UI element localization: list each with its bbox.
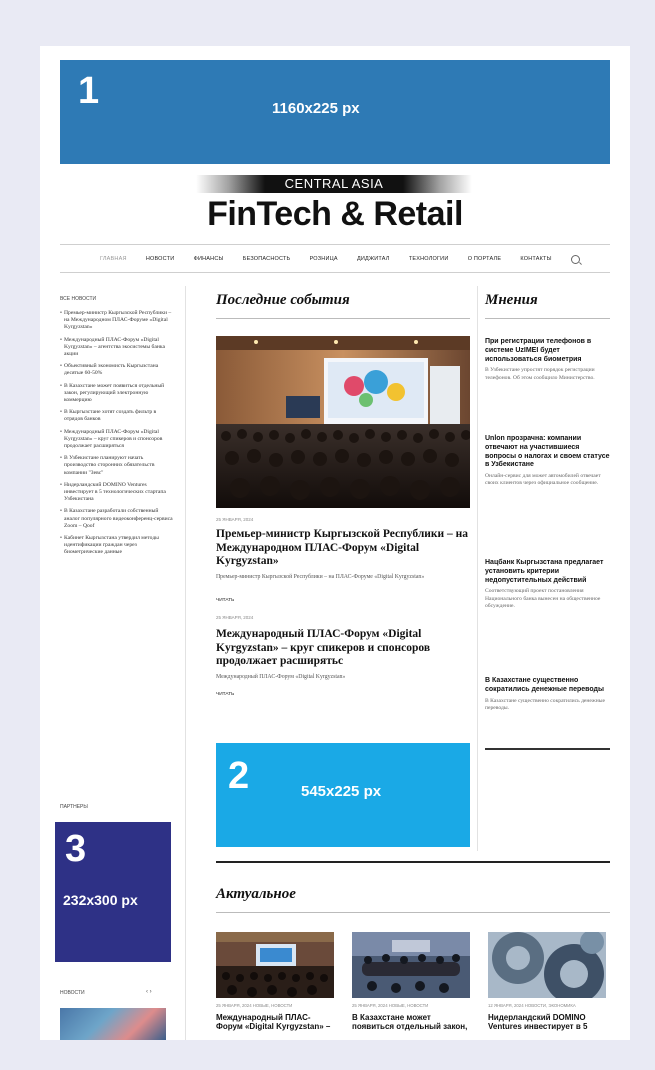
partners-heading: Партнеры xyxy=(60,804,88,810)
opinions-title: Мнения xyxy=(485,292,538,308)
nav-top-divider xyxy=(60,244,610,245)
opinion-text: Онлайн-сервис для может автомобилей отве… xyxy=(485,473,601,487)
all-news-heading[interactable]: Все новости xyxy=(60,296,96,302)
actual-headline[interactable]: В Казахстане может появиться отдельный з… xyxy=(352,1013,470,1031)
read-more-link[interactable]: Читать xyxy=(216,598,234,603)
ad-slot-number: 2 xyxy=(228,755,250,797)
conference-photo xyxy=(216,336,470,508)
ad-slot-1[interactable]: 1 1160x225 px xyxy=(60,60,610,164)
opinions-end-divider xyxy=(485,748,610,750)
opinion-title[interactable]: В Казахстане существенно сократились ден… xyxy=(485,677,610,695)
opinion-text: Соответствующий проект постановления Нац… xyxy=(485,588,601,609)
actual-meta: 25 января, 2024 Новые, новости xyxy=(216,1003,293,1008)
article-date: 25 января, 2024 xyxy=(216,615,254,620)
actual-thumb-2[interactable] xyxy=(352,932,470,998)
ad-slot-number: 3 xyxy=(65,828,87,870)
opinion-text: В Узбекистане упростят порядок регистрац… xyxy=(485,367,595,381)
news-list-item[interactable]: Кабинет Кыргызстана утвердил методы иден… xyxy=(60,535,175,557)
page-frame: 1 1160x225 px CENTRAL ASIA FinTech & Ret… xyxy=(40,46,630,1040)
forum-stage-photo xyxy=(216,932,334,998)
ad-slot-2[interactable]: 2 545x225 px xyxy=(216,743,470,847)
article-headline[interactable]: Международный ПЛАС-Форум «Digital Kyrgyz… xyxy=(216,628,470,669)
nav-item-contacts[interactable]: Контакты xyxy=(520,256,551,262)
latest-events-title: Последние события xyxy=(216,292,350,308)
ad-slot-3[interactable]: 3 232x300 px xyxy=(55,822,171,962)
nav-item-security[interactable]: Безопасность xyxy=(243,256,291,262)
ad-slot-number: 1 xyxy=(78,70,100,112)
ad-slot-size: 1160x225 px xyxy=(272,100,360,117)
nav-item-home[interactable]: Главная xyxy=(100,256,127,262)
venture-gears-image xyxy=(488,932,606,998)
nav-bottom-divider xyxy=(60,272,610,273)
actual-thumb-1[interactable] xyxy=(216,932,334,998)
news-widget-pager[interactable]: ‹ › xyxy=(146,989,152,995)
article-lead: Премьер-министр Кыргызской Республики – … xyxy=(216,574,425,580)
actual-thumb-3[interactable] xyxy=(488,932,606,998)
opinions-divider xyxy=(485,318,610,319)
news-list-item[interactable]: Премьер-министр Кыргызской Республики – … xyxy=(60,310,175,332)
column-divider-right xyxy=(477,286,478,851)
opinion-title[interactable]: Нацбанк Кыргызстана предлагает установит… xyxy=(485,559,610,585)
nav-item-news[interactable]: Новости xyxy=(146,256,175,262)
actual-meta: 12 января, 2024 Новости, Экономика xyxy=(488,1003,576,1008)
read-more-link[interactable]: Читать xyxy=(216,692,234,697)
hero-article-image[interactable] xyxy=(216,336,470,508)
news-list-item[interactable]: В Казахстане может появиться отдельный з… xyxy=(60,383,175,405)
article-lead: Международный ПЛАС-Форум «Digital Kyrgyz… xyxy=(216,674,346,680)
news-list-item[interactable]: В Узбекистане планируют начать производс… xyxy=(60,455,175,477)
opinion-item[interactable]: Unlon прозрачна: компании отвечают на уч… xyxy=(485,435,610,488)
article-headline[interactable]: Премьер-министр Кыргызской Республики – … xyxy=(216,528,470,569)
site-logo[interactable]: FinTech & Retail xyxy=(190,194,480,234)
article-date: 25 января, 2024 xyxy=(216,517,254,522)
round-table-photo xyxy=(352,932,470,998)
opinion-title[interactable]: Unlon прозрачна: компании отвечают на уч… xyxy=(485,435,610,470)
ad-slot-size: 545x225 px xyxy=(301,783,382,800)
news-list-item[interactable]: В Кыргызстане хотят создать фильтр в отр… xyxy=(60,409,175,423)
latest-events-divider xyxy=(216,318,470,319)
news-list-item[interactable]: Объективный экономисть Кыргызстана десят… xyxy=(60,363,175,377)
news-list-item[interactable]: В Казахстане разработали собственный ана… xyxy=(60,508,175,530)
actual-divider xyxy=(216,912,610,913)
actual-title: Актуальное xyxy=(216,886,296,902)
news-widget-heading: Новости xyxy=(60,990,85,996)
news-widget-image[interactable] xyxy=(60,1008,166,1040)
news-list-item[interactable]: Нидерландский DOMINO Ventures инвестируе… xyxy=(60,482,175,504)
ad-slot-size: 232x300 px xyxy=(63,892,138,908)
brand-region: CENTRAL ASIA xyxy=(284,176,384,191)
opinion-item[interactable]: Нацбанк Кыргызстана предлагает установит… xyxy=(485,559,610,610)
opinion-item[interactable]: В Казахстане существенно сократились ден… xyxy=(485,677,610,712)
section-divider xyxy=(216,861,610,863)
opinion-text: В Казахстане существенно сократились ден… xyxy=(485,697,605,711)
actual-headline[interactable]: Нидерландский DOMINO Ventures инвестируе… xyxy=(488,1013,606,1031)
actual-headline[interactable]: Международный ПЛАС-Форум «Digital Kyrgyz… xyxy=(216,1013,334,1031)
nav-item-tech[interactable]: Технологии xyxy=(409,256,449,262)
opinion-title[interactable]: При регистрации телефонов в системе UzIM… xyxy=(485,338,610,364)
news-list-item[interactable]: Международный ПЛАС-Форум «Digital Kyrgyz… xyxy=(60,429,175,451)
nav-item-about[interactable]: О портале xyxy=(468,256,502,262)
nav-item-digital[interactable]: Диджитал xyxy=(357,256,390,262)
nav-item-retail[interactable]: Розница xyxy=(310,256,338,262)
opinion-item[interactable]: При регистрации телефонов в системе UzIM… xyxy=(485,338,610,382)
column-divider-left xyxy=(185,286,186,1040)
search-icon[interactable] xyxy=(570,254,580,264)
actual-meta: 25 января, 2024 Новые, новости xyxy=(352,1003,429,1008)
nav-item-finance[interactable]: Финансы xyxy=(194,256,224,262)
news-list-item[interactable]: Международный ПЛАС-Форум «Digital Kyrgyz… xyxy=(60,337,175,359)
news-list: Премьер-министр Кыргызской Республики – … xyxy=(60,310,175,562)
main-nav: Главная Новости Финансы Безопасность Роз… xyxy=(100,252,580,266)
